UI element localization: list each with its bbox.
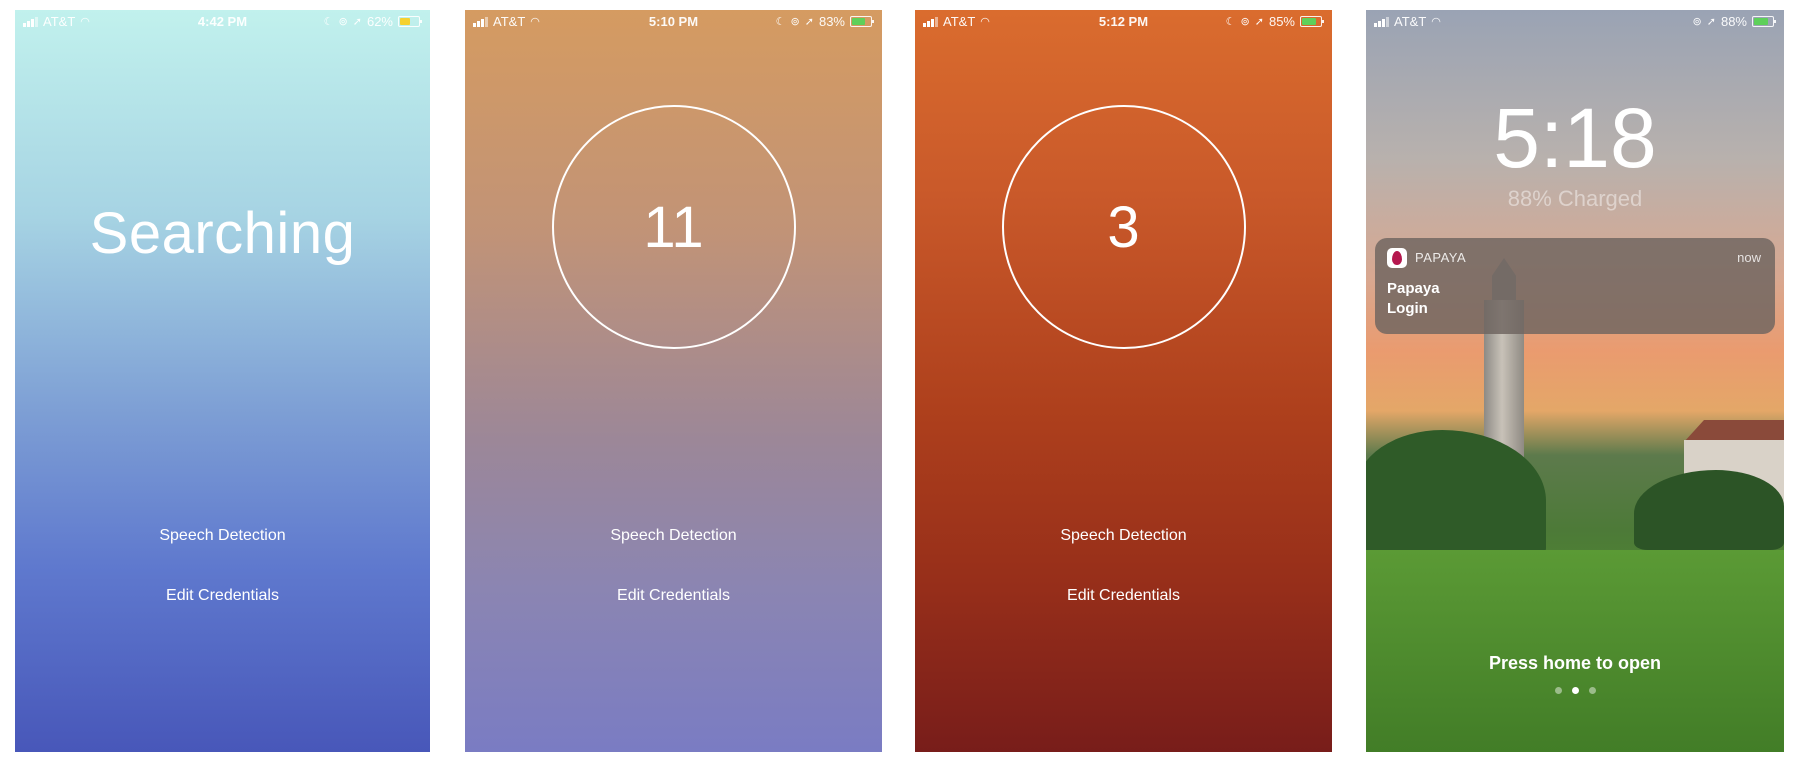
- page-dot: [1554, 687, 1562, 694]
- speech-detection-button[interactable]: Speech Detection: [15, 527, 430, 545]
- page-dot: [1571, 687, 1579, 694]
- building-roof: [1684, 420, 1784, 442]
- charge-status: 88% Charged: [1507, 186, 1643, 211]
- edit-credentials-button[interactable]: Edit Credentials: [465, 587, 882, 605]
- orientation-lock-icon: ⊚: [338, 16, 348, 28]
- phone-screen-countdown-3: AT&T ◠ 5:12 PM ☾ ⊚ ➚ 85% 3 Speech Detect…: [915, 10, 1332, 752]
- page-dot: [1588, 687, 1596, 694]
- press-home-hint: Press home to open: [1488, 653, 1662, 673]
- papaya-app-icon: [1387, 248, 1407, 268]
- status-bar: AT&T ◠ 5:12 PM ☾ ⊚ ➚ 85%: [915, 10, 1332, 32]
- battery-icon: [1752, 16, 1776, 27]
- battery-percent: 85%: [1268, 14, 1295, 29]
- status-bar: AT&T ◠ ⊚ ➚ 88%: [1366, 10, 1784, 32]
- battery-percent: 83%: [818, 14, 845, 29]
- speech-detection-button[interactable]: Speech Detection: [465, 527, 882, 545]
- notification-body: Login: [1387, 300, 1428, 317]
- status-bar: AT&T ◠ 5:10 PM ☾ ⊚ ➚ 83%: [465, 10, 882, 32]
- battery-percent: 62%: [366, 14, 393, 29]
- signal-icon: [1374, 16, 1389, 27]
- countdown-number: 11: [643, 194, 704, 260]
- searching-label: Searching: [89, 201, 356, 266]
- orientation-lock-icon: ⊚: [1240, 16, 1250, 28]
- moon-icon: ☾: [1225, 16, 1236, 28]
- battery-percent: 88%: [1720, 14, 1747, 29]
- countdown-number: 3: [1107, 194, 1140, 260]
- status-bar: AT&T ◠ 4:42 PM ☾ ⊚ ➚ 62%: [15, 10, 430, 32]
- edit-credentials-button[interactable]: Edit Credentials: [15, 587, 430, 605]
- moon-icon: ☾: [323, 16, 334, 28]
- trees-right: [1634, 470, 1784, 550]
- location-arrow-icon: ➚: [1706, 16, 1716, 28]
- notification-title: Papaya: [1387, 280, 1440, 297]
- phone-lock-screen: AT&T ◠ ⊚ ➚ 88% 5:18 88% Charged PAPAYA n…: [1366, 10, 1784, 752]
- carrier-label: AT&T: [1394, 14, 1427, 29]
- orientation-lock-icon: ⊚: [790, 16, 800, 28]
- location-arrow-icon: ➚: [352, 16, 362, 28]
- countdown-circle: 11: [551, 105, 796, 349]
- phone-screen-countdown-11: AT&T ◠ 5:10 PM ☾ ⊚ ➚ 83% 11 Speech Detec…: [465, 10, 882, 752]
- location-arrow-icon: ➚: [804, 16, 814, 28]
- battery-icon: [398, 16, 422, 27]
- wifi-icon: ◠: [1431, 16, 1441, 28]
- lock-screen-clock: 5:18: [1493, 91, 1657, 185]
- location-arrow-icon: ➚: [1254, 16, 1264, 28]
- battery-icon: [850, 16, 874, 27]
- orientation-lock-icon: ⊚: [1692, 16, 1702, 28]
- notification-card[interactable]: PAPAYA now Papaya Login: [1375, 238, 1775, 334]
- notification-app-name: PAPAYA: [1415, 250, 1467, 265]
- speech-detection-button[interactable]: Speech Detection: [915, 527, 1332, 545]
- countdown-circle: 3: [1001, 105, 1246, 349]
- edit-credentials-button[interactable]: Edit Credentials: [915, 587, 1332, 605]
- phone-screen-searching: AT&T ◠ 4:42 PM ☾ ⊚ ➚ 62% Searching Speec…: [15, 10, 430, 752]
- lawn: [1366, 550, 1784, 752]
- moon-icon: ☾: [775, 16, 786, 28]
- page-indicator: [1366, 687, 1784, 694]
- notification-time: now: [1737, 250, 1761, 265]
- battery-icon: [1300, 16, 1324, 27]
